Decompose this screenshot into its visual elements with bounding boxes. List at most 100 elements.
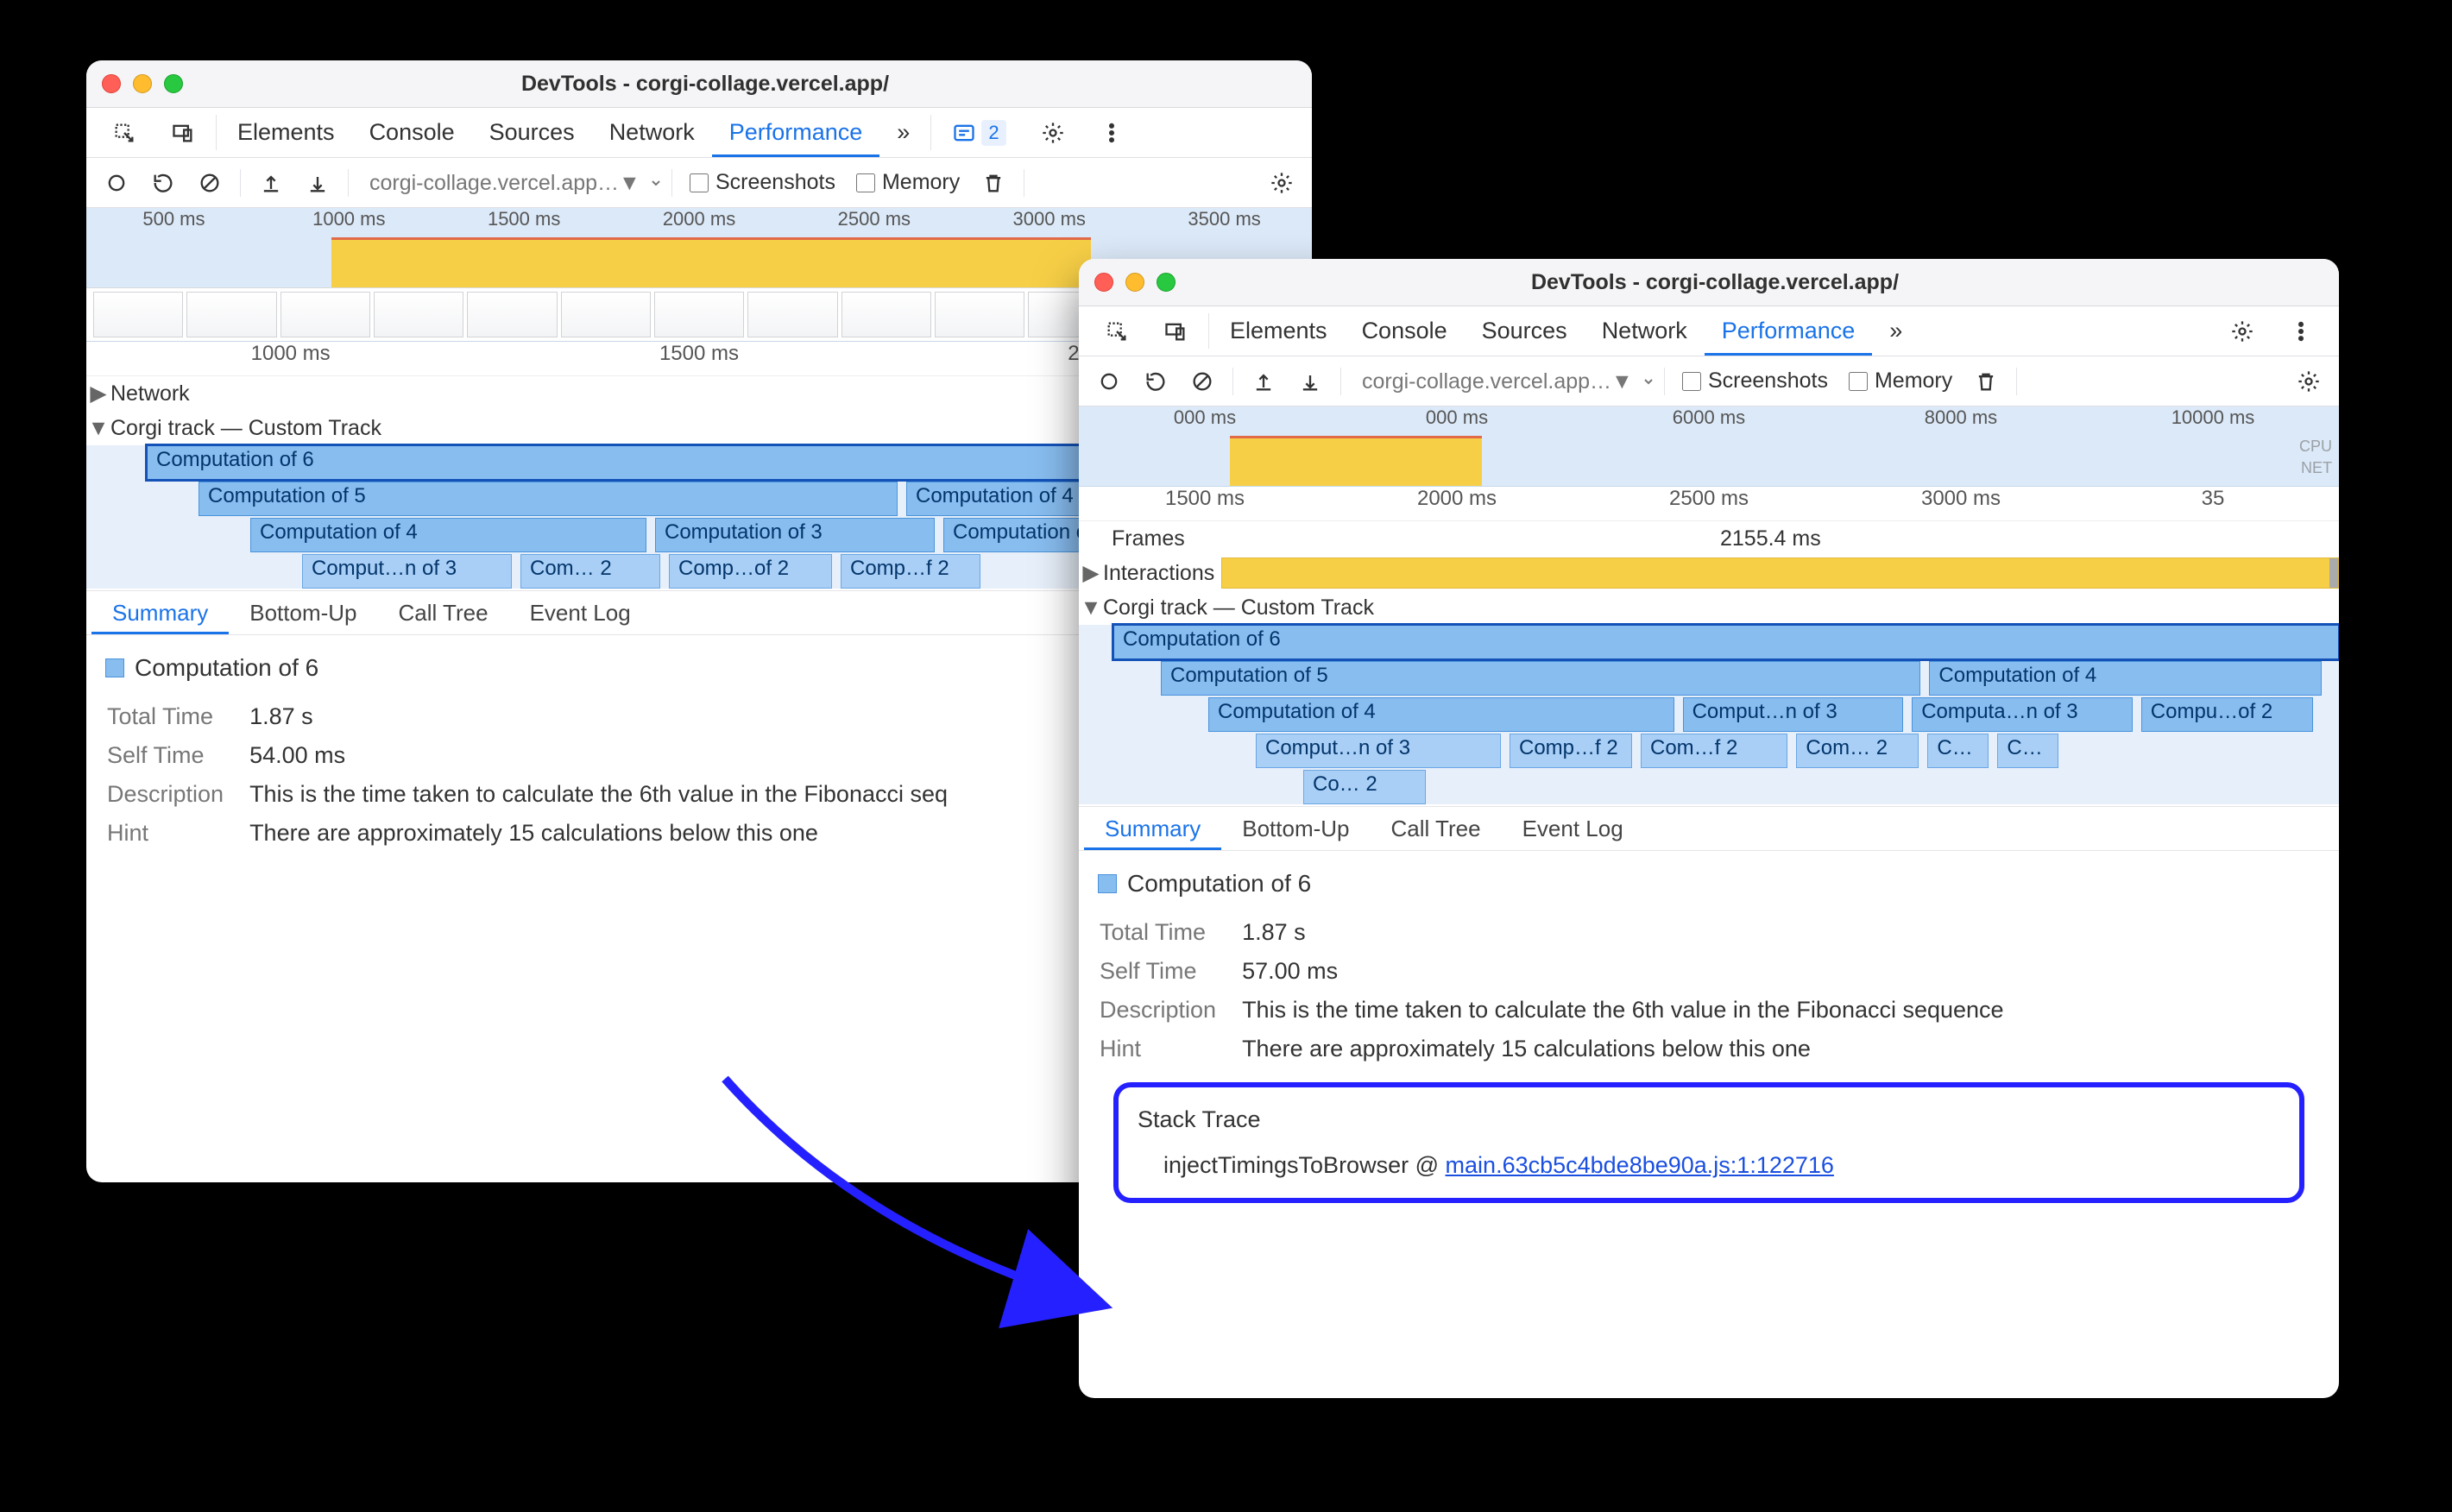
flame-span[interactable]: C… — [1997, 734, 2058, 768]
flame-span[interactable]: Comp…f 2 — [1510, 734, 1632, 768]
inspect-icon[interactable] — [1087, 306, 1146, 356]
clear-icon[interactable] — [188, 161, 231, 205]
track-frames[interactable]: Frames 2155.4 ms — [1079, 521, 2339, 556]
flame-span[interactable]: Computation of 5 — [199, 482, 898, 516]
tab-network[interactable]: Network — [1585, 306, 1705, 356]
minimize-icon[interactable] — [133, 74, 152, 93]
settings-icon[interactable] — [2213, 306, 2272, 356]
close-icon[interactable] — [102, 74, 121, 93]
dtab-bottomup[interactable]: Bottom-Up — [229, 591, 377, 634]
device-toolbar-icon[interactable] — [154, 108, 212, 157]
record-icon[interactable] — [1087, 360, 1131, 403]
tab-network[interactable]: Network — [592, 108, 712, 157]
trash-icon[interactable] — [972, 161, 1015, 205]
inspect-icon[interactable] — [95, 108, 154, 157]
flame-span[interactable]: Comput…n of 3 — [302, 554, 512, 589]
tracks-area[interactable]: Frames 2155.4 ms ▶ Interactions ▼Corgi t… — [1079, 521, 2339, 806]
clear-icon[interactable] — [1181, 360, 1224, 403]
flame-span[interactable]: Computation of 4 — [1208, 697, 1674, 732]
label-total-time: Total Time — [1100, 914, 1240, 951]
stack-source-link[interactable]: main.63cb5c4bde8be90a.js:1:122716 — [1446, 1152, 1834, 1178]
dtab-eventlog[interactable]: Event Log — [509, 591, 652, 634]
flame-span[interactable]: Computation of 4 — [1929, 661, 2321, 696]
timeline-overview[interactable]: 000 ms000 ms6000 ms8000 ms10000 ms CPU N… — [1079, 406, 2339, 487]
close-icon[interactable] — [1094, 273, 1113, 292]
flame-span[interactable]: Com…f 2 — [1641, 734, 1787, 768]
tab-performance[interactable]: Performance — [1705, 306, 1873, 356]
download-icon[interactable] — [1289, 360, 1332, 403]
flame-span[interactable]: Computa…n of 3 — [1912, 697, 2133, 732]
flame-span[interactable]: C… — [1927, 734, 1989, 768]
flame-span[interactable]: Co… 2 — [1303, 770, 1426, 804]
reload-record-icon[interactable] — [142, 161, 185, 205]
memory-checkbox[interactable]: Memory — [856, 170, 960, 195]
flame-span[interactable]: Compu…of 2 — [2141, 697, 2313, 732]
flame-span[interactable]: Comp…f 2 — [841, 554, 980, 589]
overview-activity[interactable] — [1079, 436, 2339, 486]
capture-settings-icon[interactable] — [1260, 161, 1303, 205]
interaction-span[interactable] — [1221, 558, 2339, 589]
upload-icon[interactable] — [1242, 360, 1285, 403]
tab-performance[interactable]: Performance — [712, 108, 880, 157]
issues-icon[interactable]: 2 — [935, 108, 1023, 157]
main-ruler[interactable]: 1500 ms2000 ms2500 ms3000 ms35 — [1079, 487, 2339, 521]
flame-span[interactable]: Computation of 4 — [250, 518, 646, 552]
flame-span[interactable]: Com… 2 — [1796, 734, 1919, 768]
flame-span[interactable]: Computation of 5 — [1161, 661, 1920, 696]
settings-icon[interactable] — [1024, 108, 1082, 157]
device-toolbar-icon[interactable] — [1146, 306, 1205, 356]
titlebar: DevTools - corgi-collage.vercel.app/ — [86, 60, 1312, 108]
tabs-overflow-icon[interactable]: » — [1872, 306, 1919, 356]
trash-icon[interactable] — [1964, 360, 2008, 403]
issues-count: 2 — [981, 120, 1005, 146]
reload-record-icon[interactable] — [1134, 360, 1177, 403]
tab-console[interactable]: Console — [1345, 306, 1465, 356]
flame-span[interactable]: Comput…n of 3 — [1683, 697, 1904, 732]
record-icon[interactable] — [95, 161, 138, 205]
flame-span[interactable]: Computation of 6 — [1113, 625, 2339, 659]
disclosure-icon[interactable]: ▼ — [1079, 595, 1103, 621]
tab-console[interactable]: Console — [352, 108, 472, 157]
memory-checkbox[interactable]: Memory — [1849, 369, 1952, 394]
minimize-icon[interactable] — [1125, 273, 1144, 292]
devtools-window-right: DevTools - corgi-collage.vercel.app/ Ele… — [1079, 259, 2339, 1398]
capture-settings-icon[interactable] — [2287, 360, 2330, 403]
dtab-summary[interactable]: Summary — [1084, 807, 1221, 850]
tab-sources[interactable]: Sources — [1465, 306, 1585, 356]
performance-toolbar: corgi-collage.vercel.app…▼ Screenshots M… — [1079, 356, 2339, 406]
label-description: Description — [107, 776, 248, 813]
recording-select[interactable]: corgi-collage.vercel.app…▼ — [1350, 363, 1655, 400]
track-interactions[interactable]: ▶ Interactions — [1079, 556, 2339, 590]
download-icon[interactable] — [296, 161, 339, 205]
dtab-eventlog[interactable]: Event Log — [1502, 807, 1644, 850]
details-body: Computation of 6 Total Time1.87 s Self T… — [1079, 851, 2339, 1232]
screenshots-checkbox[interactable]: Screenshots — [690, 170, 835, 195]
zoom-icon[interactable] — [1157, 273, 1176, 292]
upload-icon[interactable] — [249, 161, 293, 205]
recording-select[interactable]: corgi-collage.vercel.app…▼ — [357, 165, 663, 201]
tab-elements[interactable]: Elements — [1213, 306, 1345, 356]
flamegraph[interactable]: Computation of 6Computation of 5Computat… — [1079, 625, 2339, 804]
disclosure-icon[interactable]: ▶ — [86, 381, 110, 406]
flame-span[interactable]: Computation of 3 — [655, 518, 935, 552]
dtab-calltree[interactable]: Call Tree — [378, 591, 509, 634]
dtab-bottomup[interactable]: Bottom-Up — [1221, 807, 1370, 850]
tab-elements[interactable]: Elements — [220, 108, 352, 157]
zoom-icon[interactable] — [164, 74, 183, 93]
tabs-overflow-icon[interactable]: » — [879, 108, 927, 157]
flame-span[interactable]: Com… 2 — [520, 554, 660, 589]
screenshots-checkbox[interactable]: Screenshots — [1682, 369, 1828, 394]
flame-span[interactable]: Comput…n of 3 — [1256, 734, 1501, 768]
dtab-summary[interactable]: Summary — [91, 591, 229, 634]
dtab-calltree[interactable]: Call Tree — [1371, 807, 1502, 850]
tab-sources[interactable]: Sources — [472, 108, 592, 157]
disclosure-icon[interactable]: ▼ — [86, 416, 110, 441]
kebab-icon[interactable] — [1082, 108, 1141, 157]
track-corgi[interactable]: ▼Corgi track — Custom Track — [1079, 590, 2339, 625]
flame-span[interactable]: Comp…of 2 — [669, 554, 832, 589]
disclosure-icon[interactable]: ▶ — [1079, 560, 1103, 586]
value-hint: There are approximately 15 calculations … — [249, 815, 948, 852]
kebab-icon[interactable] — [2272, 306, 2330, 356]
value-self-time: 57.00 ms — [1242, 953, 2004, 990]
stack-fn: injectTimingsToBrowser — [1163, 1152, 1409, 1178]
